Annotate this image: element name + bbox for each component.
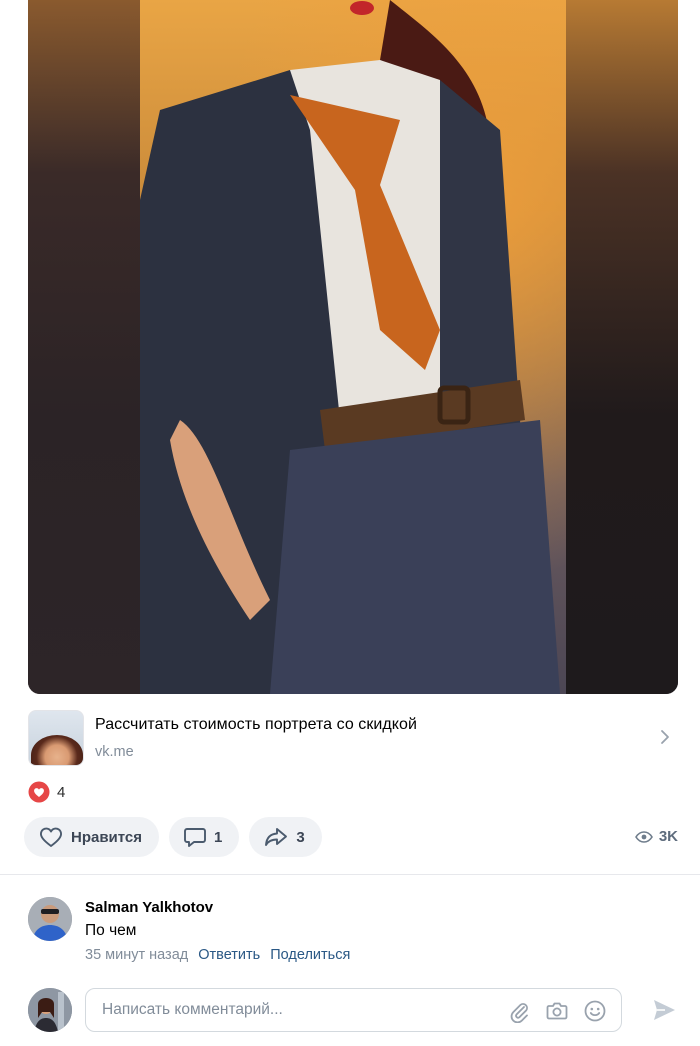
snippet-title[interactable]: Рассчитать стоимость портрета со скидкой xyxy=(95,716,417,734)
portrait-artwork xyxy=(140,0,566,694)
comment-author-name[interactable]: Salman Yalkhotov xyxy=(85,899,213,916)
send-icon[interactable] xyxy=(651,997,677,1023)
snippet-thumbnail xyxy=(28,710,84,766)
comment-input[interactable]: Написать комментарий... xyxy=(85,988,622,1032)
reactions-count: 4 xyxy=(57,783,66,801)
comments-button[interactable]: 1 xyxy=(169,817,240,857)
camera-icon[interactable] xyxy=(545,999,569,1023)
like-button[interactable]: Нравится xyxy=(24,817,160,857)
snippet-domain: vk.me xyxy=(95,744,134,760)
current-user-avatar[interactable] xyxy=(28,988,72,1032)
heart-reaction-icon xyxy=(28,781,50,803)
views-counter: 3K xyxy=(634,828,678,845)
post-image[interactable] xyxy=(28,0,678,694)
comment-item: Salman Yalkhotov По чем 35 минут назад О… xyxy=(28,896,678,966)
link-snippet[interactable]: Рассчитать стоимость портрета со скидкой… xyxy=(28,709,678,767)
image-blur-left xyxy=(28,0,140,694)
chevron-right-icon xyxy=(661,730,669,744)
avatar-person-icon xyxy=(28,988,72,1032)
eye-icon xyxy=(634,830,653,843)
avatar-person-icon xyxy=(28,897,72,941)
comment-meta: 35 минут назад Ответить Поделиться xyxy=(85,947,350,963)
emoji-smile-icon[interactable] xyxy=(583,999,607,1023)
portrait-illustration xyxy=(140,0,560,694)
comment-author-avatar[interactable] xyxy=(28,897,72,941)
paperclip-icon[interactable] xyxy=(507,999,531,1023)
share-arrow-icon xyxy=(265,828,288,846)
reactions-summary[interactable]: 4 xyxy=(28,781,65,803)
comments-count: 1 xyxy=(214,828,223,846)
heart-outline-icon xyxy=(40,827,62,847)
comments-divider xyxy=(0,874,700,875)
comment-icon xyxy=(184,828,206,847)
share-comment-link[interactable]: Поделиться xyxy=(270,947,350,963)
comment-input-placeholder: Написать комментарий... xyxy=(102,1001,283,1018)
shares-count: 3 xyxy=(296,828,305,846)
post-actions: Нравится 1 3 xyxy=(24,817,322,857)
views-count: 3K xyxy=(658,828,678,845)
share-button[interactable]: 3 xyxy=(249,817,322,857)
thumbnail-portrait xyxy=(31,735,83,765)
compose-icons xyxy=(507,999,607,1023)
like-label: Нравится xyxy=(71,828,143,846)
comment-text: По чем xyxy=(85,922,137,939)
reply-link[interactable]: Ответить xyxy=(198,947,260,963)
comment-timestamp[interactable]: 35 минут назад xyxy=(85,947,188,963)
image-blur-right xyxy=(566,0,678,694)
